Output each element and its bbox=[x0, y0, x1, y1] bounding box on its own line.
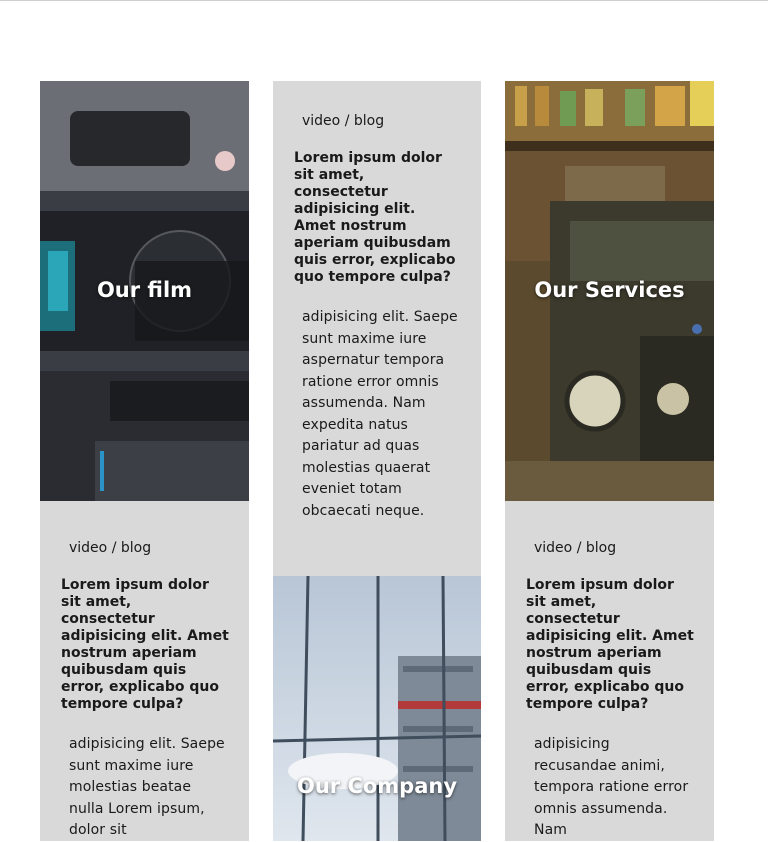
card-column-film: Our film video / blog Lorem ipsum dolor … bbox=[40, 81, 249, 841]
company-image-card[interactable]: Our Company bbox=[273, 576, 481, 841]
company-headline: Lorem ipsum dolor sit amet, consectetur … bbox=[294, 150, 456, 285]
services-meta[interactable]: video / blog bbox=[505, 501, 714, 556]
services-image-card[interactable]: Our Services bbox=[505, 81, 714, 501]
services-body: adipisicing recusandae animi, tempora ra… bbox=[534, 736, 689, 838]
card-column-services: Our Services video / blog Lorem ipsum do… bbox=[505, 81, 714, 841]
company-caption: Our Company bbox=[296, 774, 458, 798]
company-meta[interactable]: video / blog bbox=[273, 81, 481, 129]
film-caption: Our film bbox=[96, 278, 193, 302]
company-body: adipisicing elit. Saepe sunt maxime iure… bbox=[302, 309, 458, 519]
film-body: adipisicing elit. Saepe sunt maxime iure… bbox=[69, 736, 225, 838]
film-headline: Lorem ipsum dolor sit amet, consectetur … bbox=[61, 577, 229, 712]
company-text-card: video / blog Lorem ipsum dolor sit amet,… bbox=[273, 81, 481, 576]
services-headline: Lorem ipsum dolor sit amet, consectetur … bbox=[526, 577, 694, 712]
services-text-card: video / blog Lorem ipsum dolor sit amet,… bbox=[505, 501, 714, 841]
glass-building-photo bbox=[273, 576, 481, 841]
film-text-card: video / blog Lorem ipsum dolor sit amet,… bbox=[40, 501, 249, 841]
film-meta[interactable]: video / blog bbox=[40, 501, 249, 556]
film-image-card[interactable]: Our film bbox=[40, 81, 249, 501]
services-caption: Our Services bbox=[534, 278, 685, 302]
card-column-company: video / blog Lorem ipsum dolor sit amet,… bbox=[273, 81, 481, 841]
top-divider bbox=[0, 0, 768, 1]
